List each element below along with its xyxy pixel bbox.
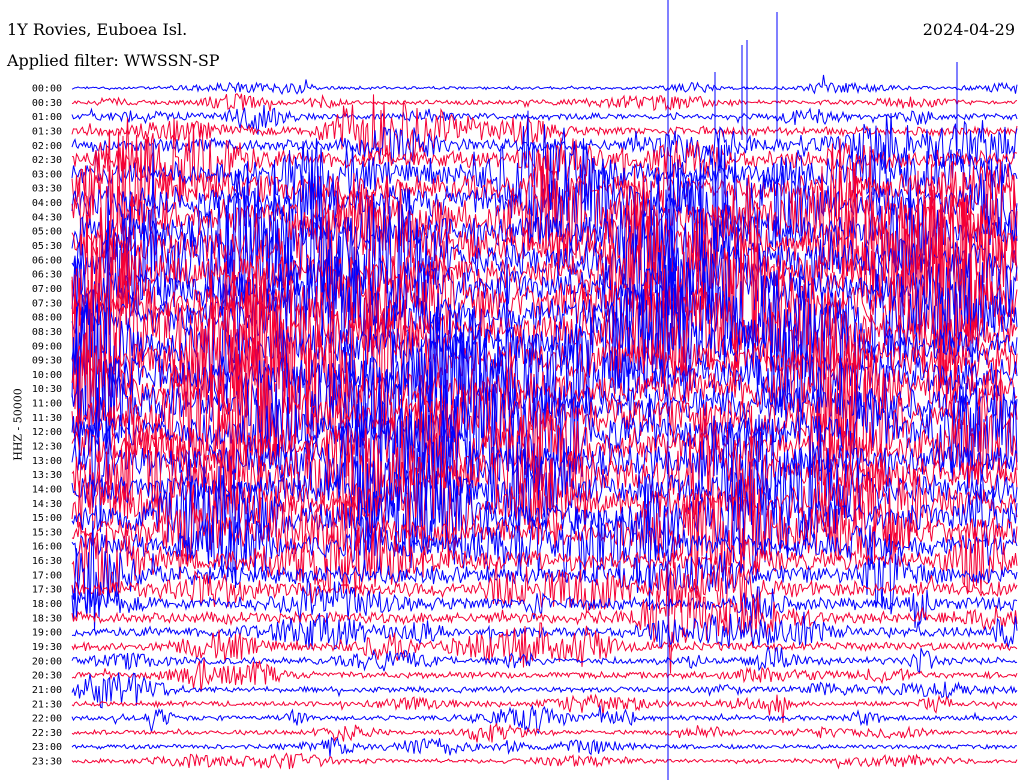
row-time-label: 18:00 <box>32 599 62 610</box>
row-time-label: 10:00 <box>32 370 62 381</box>
row-time-label: 22:30 <box>32 728 62 739</box>
row-time-label: 12:00 <box>32 427 62 438</box>
row-time-label: 21:30 <box>32 699 62 710</box>
row-time-label: 15:00 <box>32 513 62 524</box>
row-time-label: 14:30 <box>32 499 62 510</box>
row-time-label: 23:00 <box>32 742 62 753</box>
row-time-label: 13:30 <box>32 470 62 481</box>
row-time-label: 21:00 <box>32 685 62 696</box>
row-time-label: 03:00 <box>32 169 62 180</box>
row-time-label: 00:30 <box>32 98 62 109</box>
row-time-label: 05:30 <box>32 241 62 252</box>
trace-line <box>71 722 1018 743</box>
row-time-label: 09:30 <box>32 356 62 367</box>
row-time-label: 16:00 <box>32 542 62 553</box>
row-time-label: 19:30 <box>32 642 62 653</box>
row-time-label: 12:30 <box>32 442 62 453</box>
row-time-label: 06:00 <box>32 255 62 266</box>
trace-line <box>71 704 1018 735</box>
row-time-label: 07:30 <box>32 298 62 309</box>
row-time-label: 13:00 <box>32 456 62 467</box>
row-time-label: 20:00 <box>32 656 62 667</box>
row-time-label: 02:00 <box>32 141 62 152</box>
row-time-label: 08:00 <box>32 313 62 324</box>
row-time-label: 20:30 <box>32 671 62 682</box>
helicorder-plot: 00:00 00:30 01:00 01:30 02:00 02:30 03:00 03:30… <box>32 0 1018 780</box>
row-time-label: 08:30 <box>32 327 62 338</box>
row-time-label: 03:30 <box>32 184 62 195</box>
row-time-label: 17:00 <box>32 570 62 581</box>
row-time-label: 18:30 <box>32 613 62 624</box>
row-time-label: 07:00 <box>32 284 62 295</box>
trace-line <box>71 646 1018 674</box>
row-time-label: 05:00 <box>32 227 62 238</box>
row-time-label: 23:30 <box>32 757 62 768</box>
trace-line <box>71 74 1018 96</box>
row-time-label: 22:00 <box>32 714 62 725</box>
row-time-label: 04:00 <box>32 198 62 209</box>
row-time-label: 15:30 <box>32 527 62 538</box>
row-time-label: 01:00 <box>32 112 62 123</box>
row-time-label: 19:00 <box>32 628 62 639</box>
row-time-label: 11:30 <box>32 413 62 424</box>
trace-line <box>71 736 1017 758</box>
row-time-label: 02:30 <box>32 155 62 166</box>
row-time-label: 16:30 <box>32 556 62 567</box>
row-time-label: 00:00 <box>32 84 62 95</box>
trace-line <box>71 93 1018 112</box>
row-time-label: 14:00 <box>32 484 62 495</box>
row-time-label: 09:00 <box>32 341 62 352</box>
row-time-label: 04:30 <box>32 212 62 223</box>
row-time-label: 17:30 <box>32 585 62 596</box>
trace-line <box>71 752 1018 770</box>
row-time-label: 06:30 <box>32 270 62 281</box>
row-time-label: 10:30 <box>32 384 62 395</box>
trace-line <box>71 622 1018 668</box>
row-time-label: 01:30 <box>32 126 62 137</box>
row-time-label: 11:00 <box>32 399 62 410</box>
